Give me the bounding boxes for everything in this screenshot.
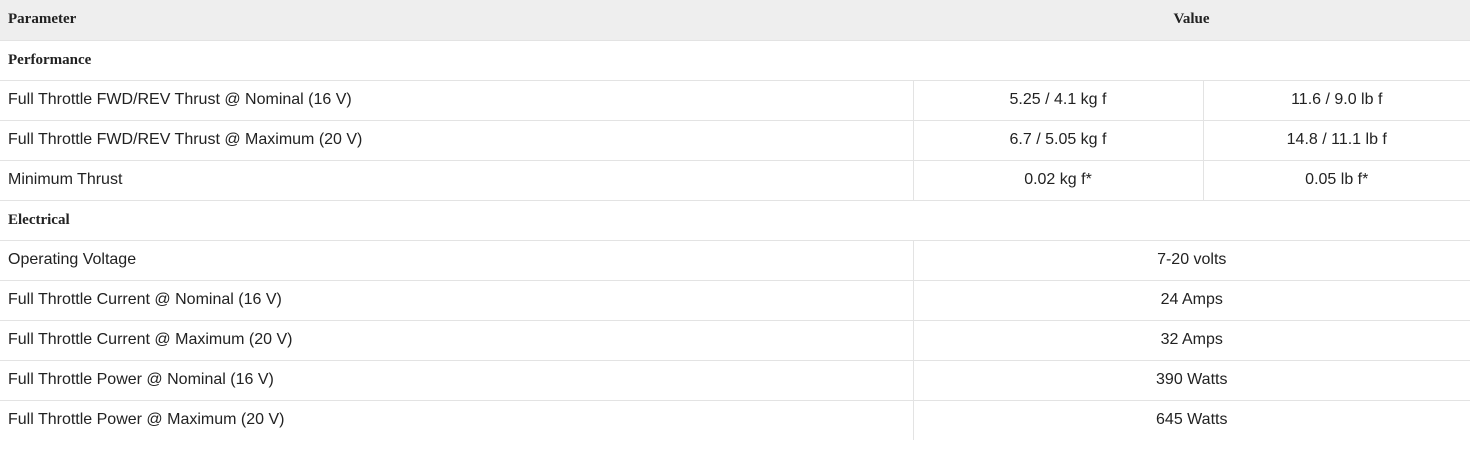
metric-value-cell: 5.25 / 4.1 kg f <box>912 80 1203 121</box>
parameter-cell: Full Throttle Current @ Maximum (20 V) <box>0 320 913 361</box>
parameter-cell: Operating Voltage <box>0 240 913 281</box>
table-row: Operating Voltage 7-20 volts <box>0 240 1470 281</box>
imperial-value-cell: 0.05 lb f* <box>1202 160 1470 201</box>
parameter-cell: Full Throttle FWD/REV Thrust @ Maximum (… <box>0 120 913 161</box>
parameter-cell: Full Throttle Power @ Nominal (16 V) <box>0 360 913 401</box>
value-cell: 7-20 volts <box>912 240 1470 281</box>
value-cell: 390 Watts <box>912 360 1470 401</box>
specifications-table: Parameter Value Performance Full Throttl… <box>0 0 1470 440</box>
value-cell: 645 Watts <box>912 400 1470 440</box>
parameter-cell: Full Throttle Current @ Nominal (16 V) <box>0 280 913 321</box>
section-title: Performance <box>0 40 1470 81</box>
parameter-cell: Full Throttle Power @ Maximum (20 V) <box>8 411 285 429</box>
table-row: Full Throttle Current @ Maximum (20 V) 3… <box>0 320 1470 361</box>
parameter-cell: Full Throttle FWD/REV Thrust @ Nominal (… <box>0 80 913 121</box>
metric-value-cell: 6.7 / 5.05 kg f <box>912 120 1203 161</box>
imperial-value-cell: 11.6 / 9.0 lb f <box>1202 80 1470 121</box>
value-cell: 24 Amps <box>912 280 1470 321</box>
table-row: Minimum Thrust 0.02 kg f* 0.05 lb f* <box>0 160 1470 201</box>
table-row: Full Throttle Power @ Maximum (20 V) 645… <box>0 400 1470 440</box>
section-row-electrical: Electrical <box>0 200 1470 241</box>
section-title: Electrical <box>0 200 1470 241</box>
table-row: Full Throttle FWD/REV Thrust @ Nominal (… <box>0 80 1470 121</box>
metric-value-cell: 0.02 kg f* <box>912 160 1203 201</box>
table-row: Full Throttle FWD/REV Thrust @ Maximum (… <box>0 120 1470 161</box>
table-row: Full Throttle Current @ Nominal (16 V) 2… <box>0 280 1470 321</box>
value-cell: 32 Amps <box>912 320 1470 361</box>
value-column-header: Value <box>913 0 1470 41</box>
parameter-cell: Minimum Thrust <box>0 160 913 201</box>
imperial-value-cell: 14.8 / 11.1 lb f <box>1202 120 1470 161</box>
table-header-row: Parameter Value <box>0 0 1470 41</box>
table-row: Full Throttle Power @ Nominal (16 V) 390… <box>0 360 1470 401</box>
section-row-performance: Performance <box>0 40 1470 81</box>
parameter-column-header: Parameter <box>0 0 913 41</box>
